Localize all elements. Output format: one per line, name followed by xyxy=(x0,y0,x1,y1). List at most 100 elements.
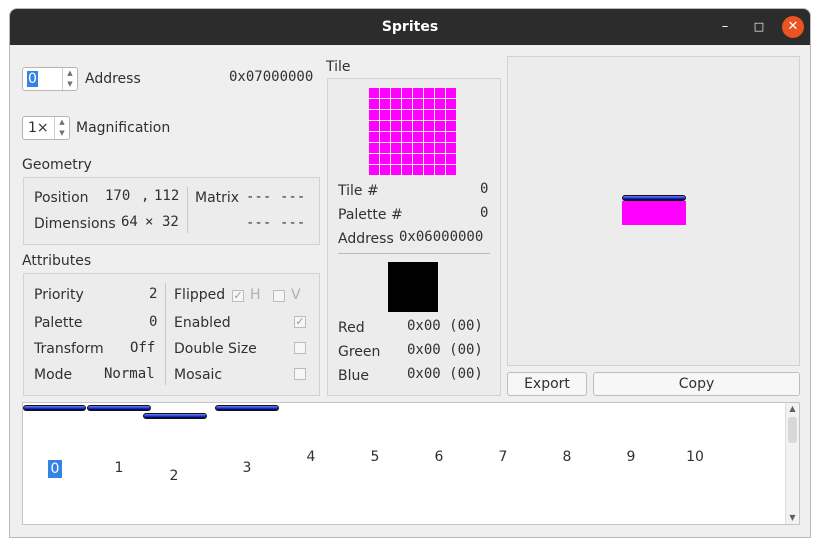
tile-pixel xyxy=(413,88,423,98)
dimensions-width: 64 xyxy=(121,214,138,230)
tile-pixel xyxy=(424,110,434,120)
position-x: 170 xyxy=(105,188,131,204)
maximize-icon[interactable]: □ xyxy=(748,16,770,38)
position-label: Position xyxy=(34,190,89,206)
tile-pixel xyxy=(380,143,390,153)
tile-pixel xyxy=(402,99,412,109)
attributes-divider xyxy=(165,283,166,385)
tile-pixel xyxy=(402,154,412,164)
tile-pixel xyxy=(391,121,401,131)
blue-label: Blue xyxy=(338,368,369,384)
tile-pixel xyxy=(402,165,412,175)
matrix-cell: --- xyxy=(246,215,272,231)
flipped-label: Flipped xyxy=(174,287,226,303)
flip-v-checkbox[interactable] xyxy=(273,290,285,302)
tile-pixel xyxy=(380,165,390,175)
matrix-label: Matrix xyxy=(195,190,240,206)
tile-pixel xyxy=(369,143,379,153)
address-spinbox[interactable]: 0 ▲ ▼ xyxy=(22,67,78,91)
tile-pixel xyxy=(424,154,434,164)
tile-pixel xyxy=(402,132,412,142)
enabled-checkbox[interactable]: ✓ xyxy=(294,316,306,328)
tile-pixel xyxy=(435,121,445,131)
double-size-label: Double Size xyxy=(174,341,257,357)
red-label: Red xyxy=(338,320,365,336)
scroll-up-icon[interactable]: ▲ xyxy=(786,403,799,415)
tile-pixel xyxy=(380,88,390,98)
sprite-list[interactable]: 0 1 2 3 4 5 6 7 8 9 10 ▲ ▼ xyxy=(22,402,800,525)
sprite-list-item[interactable]: 7 xyxy=(488,449,518,465)
tile-pixel xyxy=(391,165,401,175)
scrollbar-thumb[interactable] xyxy=(788,417,797,443)
tile-pixel xyxy=(435,143,445,153)
tile-pixel xyxy=(424,88,434,98)
sprite-list-item[interactable]: 3 xyxy=(232,460,262,476)
sprite-list-item[interactable]: 9 xyxy=(616,449,646,465)
matrix-cell: --- xyxy=(280,215,306,231)
matrix-cell: --- xyxy=(280,189,306,205)
palette-number-label: Palette # xyxy=(338,207,403,223)
sprite-list-item[interactable]: 2 xyxy=(159,468,189,484)
tile-pixel xyxy=(446,143,456,153)
minimize-icon[interactable]: – xyxy=(714,16,736,38)
magnification-value: 1× xyxy=(28,120,49,136)
sprite-list-item[interactable]: 6 xyxy=(424,449,454,465)
tile-pixel xyxy=(369,154,379,164)
copy-button[interactable]: Copy xyxy=(593,372,800,396)
mosaic-checkbox[interactable] xyxy=(294,368,306,380)
tile-pixel xyxy=(413,99,423,109)
palette-number-value: 0 xyxy=(480,205,489,221)
tile-pixel xyxy=(369,132,379,142)
tile-pixel xyxy=(424,121,434,131)
magnification-spinbox[interactable]: 1× ▲ ▼ xyxy=(22,116,70,140)
tile-pixel xyxy=(446,132,456,142)
flip-v-label: V xyxy=(291,287,301,303)
position-y: 112 xyxy=(154,188,180,204)
position-separator: , xyxy=(141,188,150,204)
sprite-preview-image xyxy=(622,201,686,225)
red-value: 0x00 (00) xyxy=(407,318,483,334)
spin-arrows-icon[interactable]: ▲ ▼ xyxy=(62,68,77,90)
tile-pixel xyxy=(402,110,412,120)
mode-value: Normal xyxy=(104,366,155,382)
tile-pixel xyxy=(402,88,412,98)
close-icon[interactable]: ✕ xyxy=(782,16,804,38)
priority-value: 2 xyxy=(149,286,158,302)
sprite-thumbnail[interactable] xyxy=(87,405,151,411)
sprite-list-item-label: 0 xyxy=(47,460,63,478)
vertical-scrollbar[interactable]: ▲ ▼ xyxy=(785,403,799,524)
sprite-thumbnail[interactable] xyxy=(215,405,279,411)
tile-pixel xyxy=(435,99,445,109)
sprite-thumbnail[interactable] xyxy=(143,413,207,419)
window-title: Sprites xyxy=(381,19,439,35)
sprite-list-item[interactable]: 1 xyxy=(104,460,134,476)
address-value: 0 xyxy=(27,71,38,87)
magnification-label: Magnification xyxy=(76,120,171,136)
tile-pixel xyxy=(424,143,434,153)
green-label: Green xyxy=(338,344,381,360)
export-button[interactable]: Export xyxy=(507,372,587,396)
flip-h-checkbox[interactable]: ✓ xyxy=(232,290,244,302)
sprite-list-item[interactable]: 10 xyxy=(680,449,710,465)
tile-pixel xyxy=(413,132,423,142)
mosaic-label: Mosaic xyxy=(174,367,223,383)
tile-pixel xyxy=(424,165,434,175)
sprite-list-item[interactable]: 0 xyxy=(40,460,70,478)
tile-pixel xyxy=(402,121,412,131)
sprite-thumbnail[interactable] xyxy=(23,405,86,411)
sprite-list-item[interactable]: 5 xyxy=(360,449,390,465)
tile-pixel xyxy=(369,110,379,120)
tile-pixel xyxy=(435,132,445,142)
sprite-list-item[interactable]: 8 xyxy=(552,449,582,465)
sprites-window: Sprites – □ ✕ 0 ▲ ▼ Address 0x07000000 1×… xyxy=(9,8,811,538)
double-size-checkbox[interactable] xyxy=(294,342,306,354)
scroll-down-icon[interactable]: ▼ xyxy=(786,512,799,524)
sprite-preview xyxy=(507,56,800,366)
spin-arrows-icon[interactable]: ▲ ▼ xyxy=(54,117,69,139)
tile-pixel xyxy=(391,143,401,153)
palette-value: 0 xyxy=(149,314,158,330)
tile-pixel xyxy=(402,143,412,153)
tile-pixel xyxy=(413,165,423,175)
sprite-list-item[interactable]: 4 xyxy=(296,449,326,465)
tile-pixel xyxy=(413,110,423,120)
